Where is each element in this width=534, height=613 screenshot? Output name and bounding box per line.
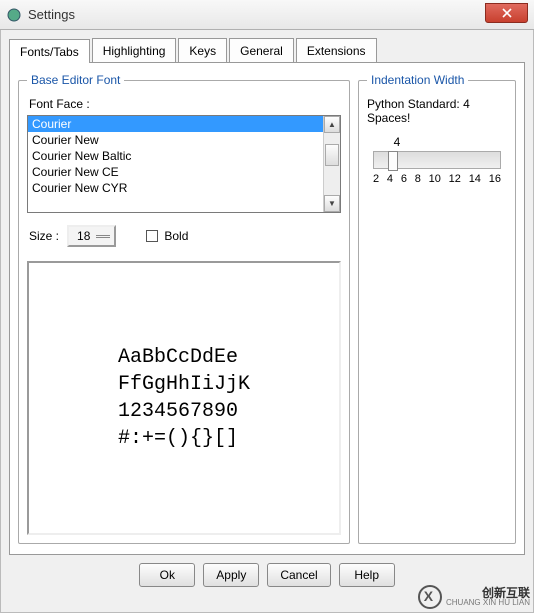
scroll-thumb[interactable] <box>325 144 339 166</box>
list-item[interactable]: Courier New Baltic <box>28 148 323 164</box>
tab-fonts[interactable]: Fonts/Tabs <box>9 39 90 63</box>
font-face-label: Font Face : <box>29 97 341 111</box>
tab-general[interactable]: General <box>229 38 294 62</box>
tab-highlighting[interactable]: Highlighting <box>92 38 177 62</box>
watermark-logo-icon <box>418 585 442 609</box>
indent-slider[interactable] <box>373 151 501 169</box>
tabs: Fonts/Tabs Highlighting Keys General Ext… <box>9 38 525 63</box>
close-button[interactable] <box>485 3 528 23</box>
slider-thumb[interactable] <box>388 151 398 171</box>
scroll-up-icon[interactable]: ▲ <box>324 116 340 133</box>
list-item[interactable]: Courier New CE <box>28 164 323 180</box>
tab-extensions[interactable]: Extensions <box>296 38 377 62</box>
indent-standard: Python Standard: 4 Spaces! <box>367 97 507 125</box>
dropdown-handle-icon <box>96 235 110 238</box>
size-select[interactable]: 18 <box>67 225 116 247</box>
titlebar: Settings <box>0 0 534 30</box>
size-label: Size : <box>29 229 59 243</box>
apply-button[interactable]: Apply <box>203 563 259 587</box>
font-preview: AaBbCcDdEe FfGgHhIiJjK 1234567890 #:+=()… <box>27 261 341 535</box>
button-bar: Ok Apply Cancel Help <box>9 563 525 587</box>
indent-legend: Indentation Width <box>367 73 468 87</box>
slider-ticks: 2 4 6 8 10 12 14 16 <box>373 173 501 185</box>
checkbox-box-icon <box>146 230 158 242</box>
indentation-group: Indentation Width Python Standard: 4 Spa… <box>358 73 516 544</box>
scrollbar[interactable]: ▲ ▼ <box>323 116 340 212</box>
help-button[interactable]: Help <box>339 563 395 587</box>
base-font-legend: Base Editor Font <box>27 73 124 87</box>
app-icon <box>6 7 22 23</box>
bold-checkbox[interactable]: Bold <box>146 229 188 243</box>
list-item[interactable]: Courier New CYR <box>28 180 323 196</box>
list-item[interactable]: Courier New <box>28 132 323 148</box>
watermark-sub: CHUANG XIN HU LIAN <box>446 598 530 607</box>
font-face-list[interactable]: Courier Courier New Courier New Baltic C… <box>27 115 341 213</box>
watermark: 创新互联 CHUANG XIN HU LIAN <box>418 585 530 609</box>
bold-label: Bold <box>164 229 188 243</box>
preview-text: AaBbCcDdEe FfGgHhIiJjK 1234567890 #:+=()… <box>118 344 250 452</box>
base-editor-font-group: Base Editor Font Font Face : Courier Cou… <box>18 73 350 544</box>
cancel-button[interactable]: Cancel <box>267 563 330 587</box>
ok-button[interactable]: Ok <box>139 563 195 587</box>
tab-keys[interactable]: Keys <box>178 38 227 62</box>
list-item[interactable]: Courier <box>28 116 323 132</box>
size-value: 18 <box>77 229 90 243</box>
scroll-down-icon[interactable]: ▼ <box>324 195 340 212</box>
indent-value: 4 <box>373 135 501 149</box>
window-title: Settings <box>28 7 75 22</box>
